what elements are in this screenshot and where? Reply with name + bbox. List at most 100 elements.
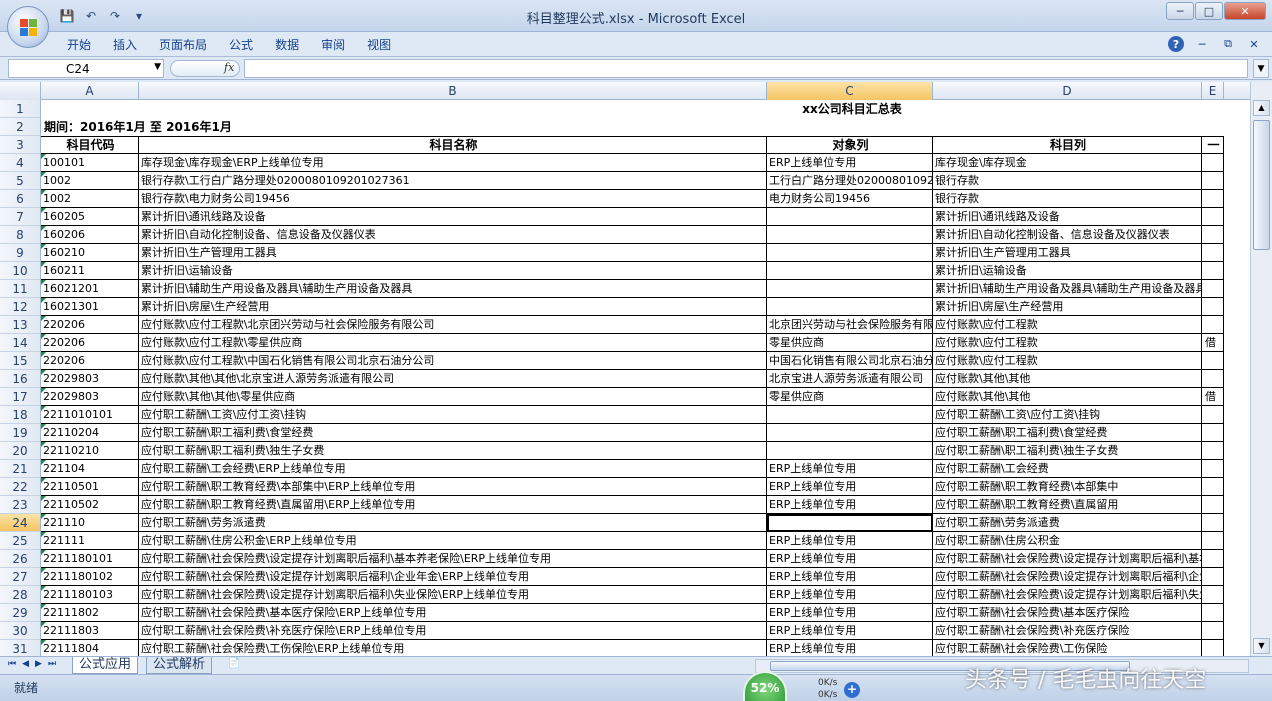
table-cell-d[interactable]: 累计折旧\运输设备 bbox=[933, 262, 1202, 280]
chevron-down-icon[interactable]: ▼ bbox=[154, 62, 161, 72]
table-cell-c[interactable]: ERP上线单位专用 bbox=[767, 460, 933, 478]
table-cell-e[interactable] bbox=[1202, 190, 1224, 208]
table-cell-b[interactable]: 应付账款\其他\其他\零星供应商 bbox=[139, 388, 767, 406]
header-code[interactable]: 科目代码 bbox=[41, 136, 139, 154]
row-header[interactable]: 21 bbox=[0, 460, 41, 478]
table-cell-e[interactable] bbox=[1202, 622, 1224, 640]
first-sheet-icon[interactable]: ⏮ bbox=[8, 659, 16, 669]
table-cell-a[interactable]: 221111 bbox=[41, 532, 139, 550]
tab-page-layout[interactable]: 页面布局 bbox=[148, 36, 218, 54]
table-cell-d[interactable]: 应付账款\应付工程款 bbox=[933, 316, 1202, 334]
table-cell-d[interactable]: 应付职工薪酬\职工福利费\食堂经费 bbox=[933, 424, 1202, 442]
row-header[interactable]: 15 bbox=[0, 352, 41, 370]
table-cell-a[interactable]: 221110 bbox=[41, 514, 139, 532]
row-header[interactable]: 14 bbox=[0, 334, 41, 352]
table-cell-e[interactable] bbox=[1202, 460, 1224, 478]
table-cell-a[interactable]: 2211010101 bbox=[41, 406, 139, 424]
table-cell-d[interactable]: 银行存款 bbox=[933, 190, 1202, 208]
table-cell-b[interactable]: 应付职工薪酬\劳务派遣费 bbox=[139, 514, 767, 532]
header-e[interactable]: 一 bbox=[1202, 136, 1224, 154]
sheet-period[interactable]: 期间：2016年1月 至 2016年1月 bbox=[44, 118, 232, 136]
table-cell-b[interactable]: 累计折旧\自动化控制设备、信息设备及仪器仪表 bbox=[139, 226, 767, 244]
table-cell-c[interactable]: ERP上线单位专用 bbox=[767, 586, 933, 604]
table-cell-d[interactable]: 应付职工薪酬\职工教育经费\直属留用 bbox=[933, 496, 1202, 514]
table-cell-e[interactable] bbox=[1202, 352, 1224, 370]
network-gauge[interactable]: 52% bbox=[743, 671, 787, 701]
header-account[interactable]: 科目列 bbox=[933, 136, 1202, 154]
table-cell-c[interactable]: ERP上线单位专用 bbox=[767, 496, 933, 514]
table-cell-b[interactable]: 应付职工薪酬\职工福利费\独生子女费 bbox=[139, 442, 767, 460]
table-cell-c[interactable]: ERP上线单位专用 bbox=[767, 604, 933, 622]
table-cell-a[interactable]: 22029803 bbox=[41, 370, 139, 388]
table-cell-c[interactable]: ERP上线单位专用 bbox=[767, 640, 933, 656]
table-cell-c[interactable]: 电力财务公司19456 bbox=[767, 190, 933, 208]
table-cell-b[interactable]: 应付账款\应付工程款\中国石化销售有限公司北京石油分公司 bbox=[139, 352, 767, 370]
next-sheet-icon[interactable]: ▶ bbox=[35, 659, 42, 669]
table-cell-e[interactable] bbox=[1202, 442, 1224, 460]
table-cell-c[interactable] bbox=[767, 514, 933, 532]
sheet-tab-formula-parse[interactable]: 公式解析 bbox=[146, 657, 213, 674]
table-cell-b[interactable]: 应付职工薪酬\社会保险费\设定提存计划离职后福利\企业年金\ERP上线单位专用 bbox=[139, 568, 767, 586]
table-cell-b[interactable]: 应付账款\其他\其他\北京宝进人源劳务派遣有限公司 bbox=[139, 370, 767, 388]
table-cell-b[interactable]: 应付职工薪酬\社会保险费\设定提存计划离职后福利\失业保险\ERP上线单位专用 bbox=[139, 586, 767, 604]
table-cell-a[interactable]: 160206 bbox=[41, 226, 139, 244]
table-cell-c[interactable]: ERP上线单位专用 bbox=[767, 478, 933, 496]
table-cell-d[interactable]: 应付职工薪酬\社会保险费\补充医疗保险 bbox=[933, 622, 1202, 640]
table-cell-e[interactable] bbox=[1202, 406, 1224, 424]
table-cell-a[interactable]: 16021301 bbox=[41, 298, 139, 316]
workbook-minimize-icon[interactable]: ─ bbox=[1194, 36, 1210, 52]
column-header-a[interactable]: A bbox=[41, 82, 139, 100]
header-object[interactable]: 对象列 bbox=[767, 136, 933, 154]
row-header[interactable]: 12 bbox=[0, 298, 41, 316]
table-cell-d[interactable]: 累计折旧\自动化控制设备、信息设备及仪器仪表 bbox=[933, 226, 1202, 244]
row-header[interactable]: 19 bbox=[0, 424, 41, 442]
table-cell-c[interactable] bbox=[767, 280, 933, 298]
table-cell-e[interactable] bbox=[1202, 640, 1224, 656]
row-header[interactable]: 3 bbox=[0, 136, 41, 154]
expand-formula-bar-icon[interactable]: ▼ bbox=[1253, 59, 1269, 78]
row-header[interactable]: 18 bbox=[0, 406, 41, 424]
table-cell-a[interactable]: 2211180102 bbox=[41, 568, 139, 586]
table-cell-b[interactable]: 累计折旧\辅助生产用设备及器具\辅助生产用设备及器具 bbox=[139, 280, 767, 298]
row-header[interactable]: 27 bbox=[0, 568, 41, 586]
table-cell-a[interactable]: 220206 bbox=[41, 352, 139, 370]
table-cell-d[interactable]: 累计折旧\房屋\生产经营用 bbox=[933, 298, 1202, 316]
row-header[interactable]: 16 bbox=[0, 370, 41, 388]
column-header-c[interactable]: C bbox=[767, 82, 933, 100]
prev-sheet-icon[interactable]: ◀ bbox=[22, 659, 29, 669]
row-header[interactable]: 5 bbox=[0, 172, 41, 190]
tab-formulas[interactable]: 公式 bbox=[218, 36, 264, 54]
plus-icon[interactable]: + bbox=[844, 682, 860, 698]
table-cell-b[interactable]: 库存现金\库存现金\ERP上线单位专用 bbox=[139, 154, 767, 172]
table-cell-a[interactable]: 160210 bbox=[41, 244, 139, 262]
table-cell-c[interactable]: ERP上线单位专用 bbox=[767, 532, 933, 550]
table-cell-a[interactable]: 100101 bbox=[41, 154, 139, 172]
table-cell-a[interactable]: 2211180103 bbox=[41, 586, 139, 604]
table-cell-b[interactable]: 银行存款\工行白广路分理处0200080109201027361 bbox=[139, 172, 767, 190]
row-header[interactable]: 6 bbox=[0, 190, 41, 208]
table-cell-a[interactable]: 22110204 bbox=[41, 424, 139, 442]
row-header[interactable]: 30 bbox=[0, 622, 41, 640]
tab-insert[interactable]: 插入 bbox=[102, 36, 148, 54]
vertical-scroll-thumb[interactable] bbox=[1253, 120, 1270, 250]
row-header[interactable]: 9 bbox=[0, 244, 41, 262]
scroll-down-icon[interactable]: ▼ bbox=[1253, 638, 1270, 654]
table-cell-d[interactable]: 应付职工薪酬\社会保险费\基本医疗保险 bbox=[933, 604, 1202, 622]
table-cell-e[interactable] bbox=[1202, 568, 1224, 586]
table-cell-a[interactable]: 160211 bbox=[41, 262, 139, 280]
table-cell-d[interactable]: 应付账款\其他\其他 bbox=[933, 388, 1202, 406]
tab-review[interactable]: 审阅 bbox=[310, 36, 356, 54]
table-cell-a[interactable]: 22111804 bbox=[41, 640, 139, 656]
row-header[interactable]: 31 bbox=[0, 640, 41, 656]
workbook-close-icon[interactable]: ✕ bbox=[1246, 36, 1262, 52]
table-cell-e[interactable] bbox=[1202, 604, 1224, 622]
row-header[interactable]: 2 bbox=[0, 118, 41, 136]
table-cell-a[interactable]: 22110501 bbox=[41, 478, 139, 496]
table-cell-e[interactable] bbox=[1202, 244, 1224, 262]
table-cell-c[interactable] bbox=[767, 298, 933, 316]
table-cell-e[interactable] bbox=[1202, 208, 1224, 226]
table-cell-b[interactable]: 银行存款\电力财务公司19456 bbox=[139, 190, 767, 208]
table-cell-c[interactable]: ERP上线单位专用 bbox=[767, 154, 933, 172]
row-header[interactable]: 4 bbox=[0, 154, 41, 172]
table-cell-c[interactable]: 中国石化销售有限公司北京石油分公司 bbox=[767, 352, 933, 370]
